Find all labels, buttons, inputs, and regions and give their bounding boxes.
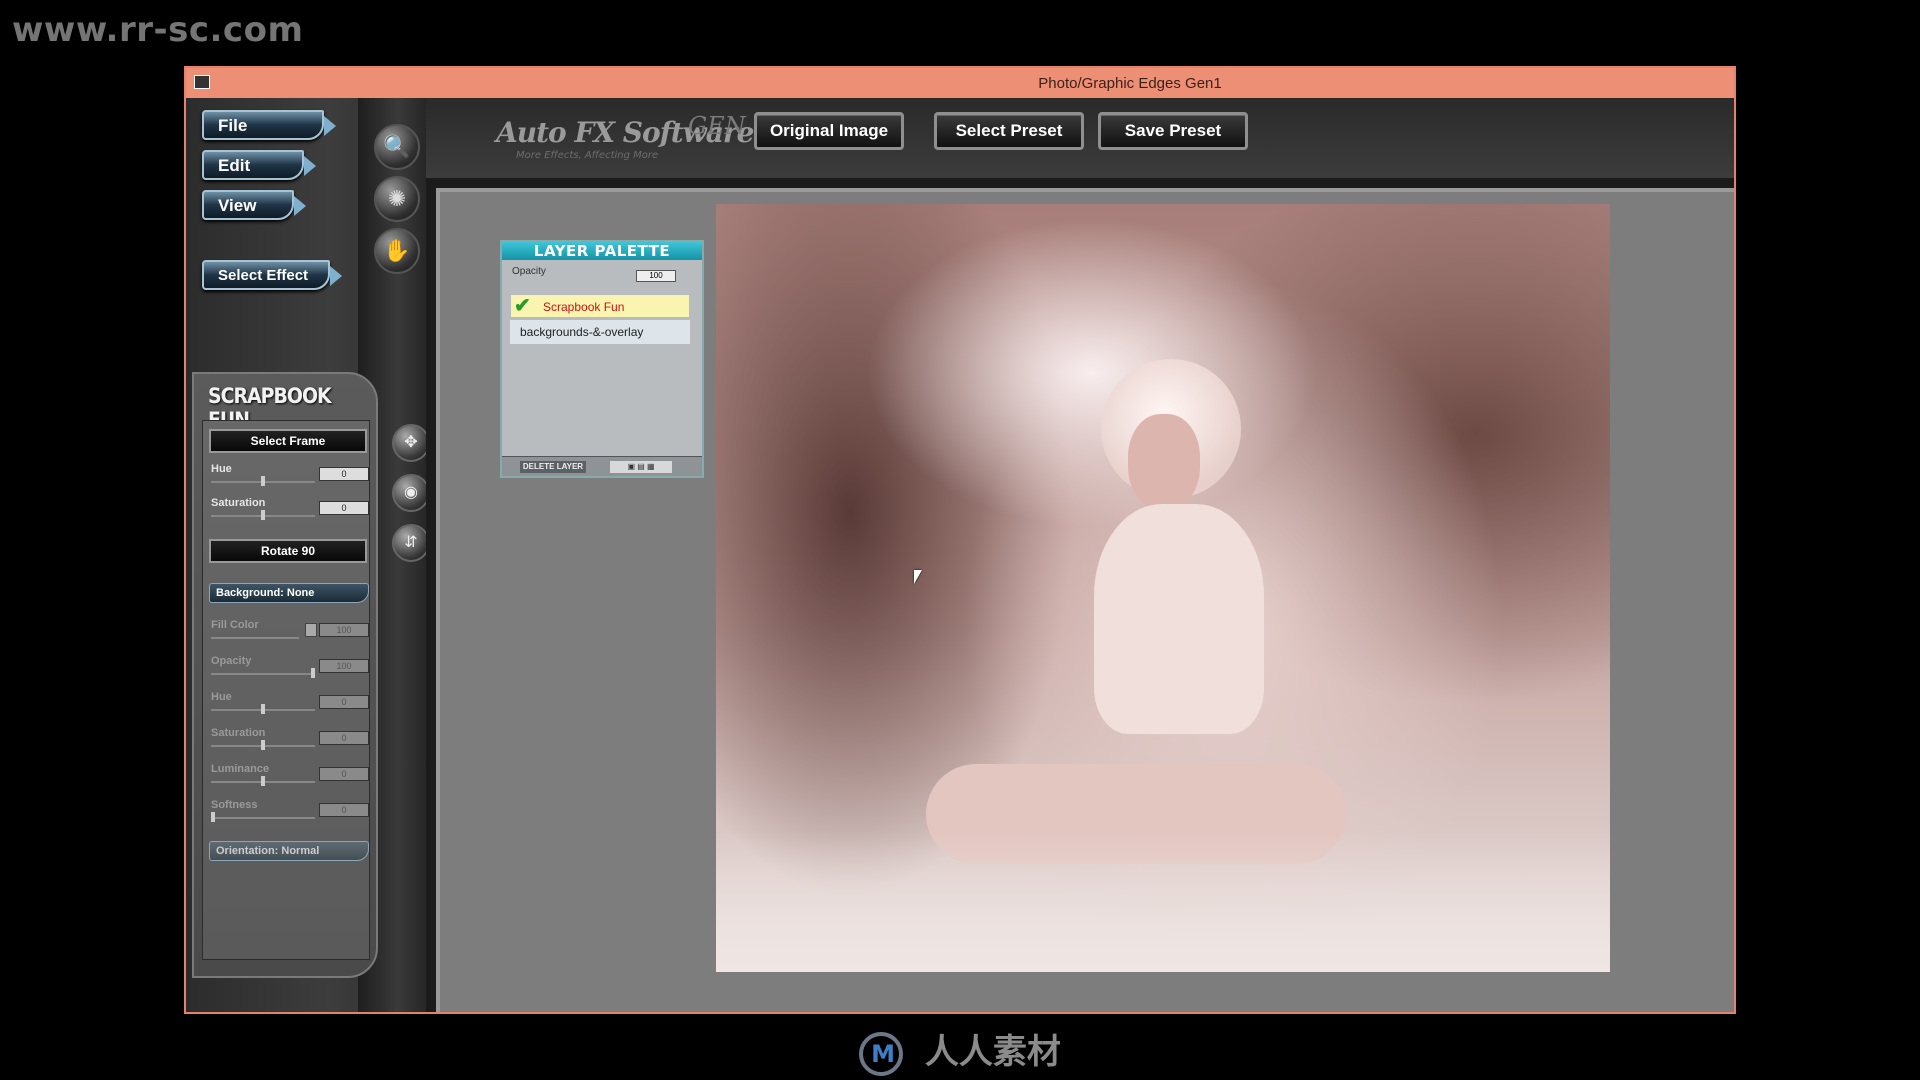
layer-palette-title[interactable]: LAYER PALETTE <box>502 242 702 260</box>
bg-hue-label: Hue <box>211 691 232 703</box>
select-preset-button[interactable]: Select Preset <box>934 112 1084 150</box>
photo-dress <box>1094 504 1264 734</box>
photo-ground <box>716 832 1610 972</box>
hue-slider[interactable]: Hue 0 <box>211 463 369 491</box>
bg-hue-slider[interactable]: Hue 0 <box>211 691 369 719</box>
layer-item[interactable]: backgrounds-&-overlay <box>510 320 690 344</box>
layer-palette-footer: DELETE LAYER ▣ ▤ ▦ <box>502 456 702 476</box>
save-preset-button[interactable]: Save Preset <box>1098 112 1248 150</box>
photo-face <box>1128 414 1200 510</box>
mouse-cursor-icon <box>914 570 922 584</box>
title-bar: Photo/Graphic Edges Gen1 <box>186 68 1734 98</box>
bg-saturation-label: Saturation <box>211 727 266 739</box>
opacity-knob[interactable] <box>311 668 315 678</box>
layer-name: backgrounds-&-overlay <box>520 325 644 339</box>
brand-tagline: More Effects, Affecting More <box>516 150 659 161</box>
fill-color-slider[interactable]: Fill Color 100 <box>211 619 369 647</box>
effect-controls: Select Frame Hue 0 Saturation 0 Rotate 9… <box>202 420 370 960</box>
softness-knob[interactable] <box>211 812 215 822</box>
edit-menu-button[interactable]: Edit <box>202 150 316 180</box>
luminance-slider[interactable]: Luminance 0 <box>211 763 369 791</box>
bg-saturation-value[interactable]: 0 <box>319 731 369 745</box>
file-menu-button[interactable]: File <box>202 110 336 140</box>
delete-layer-button[interactable]: DELETE LAYER <box>520 461 586 473</box>
bg-saturation-slider[interactable]: Saturation 0 <box>211 727 369 755</box>
photo-canvas-image[interactable] <box>716 204 1610 972</box>
fill-color-value[interactable]: 100 <box>319 623 369 637</box>
layer-tools-icon[interactable]: ▣ ▤ ▦ <box>610 461 672 473</box>
hue-value[interactable]: 0 <box>319 467 369 481</box>
layer-palette[interactable]: LAYER PALETTE Opacity 100 ✔ Scrapbook Fu… <box>500 240 704 478</box>
saturation-knob[interactable] <box>261 510 265 520</box>
watermark-url: www.rr-sc.com <box>12 10 304 50</box>
window-title: Photo/Graphic Edges Gen1 <box>1038 75 1222 92</box>
move-icon[interactable]: ✥ <box>392 424 430 462</box>
layer-item[interactable]: ✔ Scrapbook Fun <box>510 294 690 318</box>
fill-color-label: Fill Color <box>211 619 259 631</box>
original-image-button[interactable]: Original Image <box>754 112 904 150</box>
bg-saturation-knob[interactable] <box>261 740 265 750</box>
top-bar: Auto FX Software More Effects, Affecting… <box>426 98 1734 178</box>
layer-opacity-value[interactable]: 100 <box>636 270 676 282</box>
opacity-value[interactable]: 100 <box>319 659 369 673</box>
opacity-slider[interactable]: Opacity 100 <box>211 655 369 683</box>
orientation-dropdown[interactable]: Orientation: Normal <box>209 841 369 861</box>
checkmark-icon[interactable]: ✔ <box>514 296 536 316</box>
luminance-value[interactable]: 0 <box>319 767 369 781</box>
saturation-value[interactable]: 0 <box>319 501 369 515</box>
luminance-knob[interactable] <box>261 776 265 786</box>
hue-label: Hue <box>211 463 232 475</box>
softness-slider[interactable]: Softness 0 <box>211 799 369 827</box>
luminance-label: Luminance <box>211 763 270 775</box>
effect-panel: SCRAPBOOK FUN Select Frame Hue 0 Saturat… <box>192 372 378 978</box>
saturation-slider[interactable]: Saturation 0 <box>211 497 369 525</box>
layer-name: Scrapbook Fun <box>543 300 625 314</box>
rotate-90-button[interactable]: Rotate 90 <box>209 539 367 563</box>
select-effect-button[interactable]: Select Effect <box>202 260 342 290</box>
brand-logo-icon <box>859 1031 904 1076</box>
layer-opacity-label: Opacity <box>512 266 546 277</box>
bg-hue-knob[interactable] <box>261 704 265 714</box>
view-menu-button[interactable]: View <box>202 190 306 220</box>
camera-icon[interactable]: ◉ <box>392 474 430 512</box>
opacity-label: Opacity <box>211 655 252 667</box>
opacity-track[interactable] <box>211 673 315 675</box>
softness-label: Softness <box>211 799 258 811</box>
bg-hue-value[interactable]: 0 <box>319 695 369 709</box>
bottom-watermark: 人人素材 <box>0 1024 1920 1076</box>
bottom-watermark-text: 人人素材 <box>924 1032 1061 1072</box>
brightness-icon[interactable]: ✺ <box>374 176 420 222</box>
fill-color-track[interactable] <box>211 637 299 639</box>
softness-value[interactable]: 0 <box>319 803 369 817</box>
zoom-icon[interactable]: 🔍 <box>374 124 420 170</box>
saturation-label: Saturation <box>211 497 266 509</box>
softness-track[interactable] <box>211 817 315 819</box>
hue-knob[interactable] <box>261 476 265 486</box>
select-frame-button[interactable]: Select Frame <box>209 429 367 453</box>
background-dropdown[interactable]: Background: None <box>209 583 369 603</box>
fill-color-swatch[interactable] <box>305 623 317 637</box>
scale-icon[interactable]: ⇵ <box>392 524 430 562</box>
hand-icon[interactable]: ✋ <box>374 228 420 274</box>
